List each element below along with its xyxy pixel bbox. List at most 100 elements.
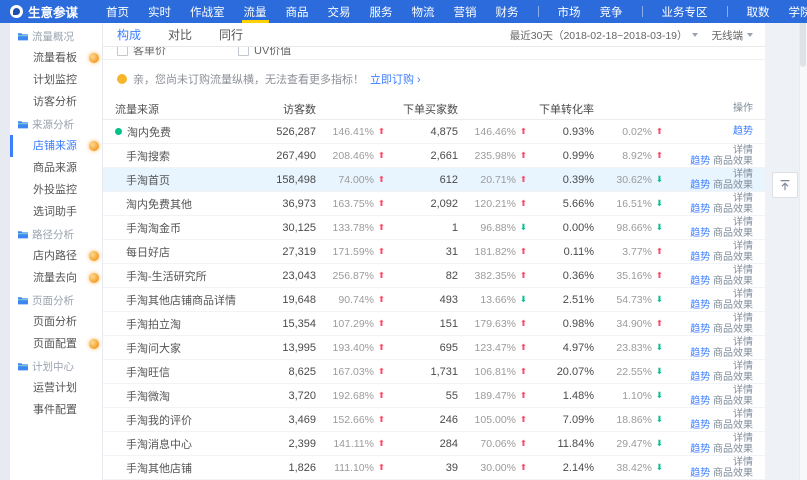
trend-link[interactable]: 趋势 [690,348,710,359]
detail-link[interactable]: 详情 [733,289,753,300]
detail-link[interactable]: 详情 [733,337,753,348]
source-name-cell[interactable]: 每日好店 [115,244,253,260]
sidebar-item-3-0[interactable]: 页面分析 [10,311,102,333]
trend-link[interactable]: 趋势 [690,300,710,311]
source-name-cell[interactable]: 手淘我的评价 [115,412,253,428]
tab-compare[interactable]: 对比 [168,26,192,43]
trend-link[interactable]: 趋势 [690,156,710,167]
sidebar-item-0-2[interactable]: 访客分析 [10,91,102,113]
item-effect-link[interactable]: 商品效果 [713,180,753,191]
nav-item-16[interactable]: 取数 [747,0,770,23]
detail-link[interactable]: 详情 [733,313,753,324]
buyers-cell: 82382.35% [385,270,527,282]
source-name-cell[interactable]: 手淘首页 [115,172,253,188]
item-effect-link[interactable]: 商品效果 [713,252,753,263]
nav-item-1[interactable]: 实时 [148,0,171,23]
source-name-cell[interactable]: 手淘微淘 [115,388,253,404]
app-logo[interactable]: 生意参谋 [10,2,78,21]
nav-item-12[interactable]: 竞争 [600,0,623,23]
item-effect-link[interactable]: 商品效果 [713,156,753,167]
sidebar-item-4-0[interactable]: 运营计划 [10,377,102,399]
terminal-select[interactable]: 无线端 [712,28,754,43]
nav-item-4[interactable]: 商品 [286,0,309,23]
sidebar-item-2-0[interactable]: 店内路径 [10,245,102,267]
detail-link[interactable]: 详情 [733,241,753,252]
trend-link[interactable]: 趋势 [690,372,710,383]
item-effect-link[interactable]: 商品效果 [713,276,753,287]
sidebar-item-1-3[interactable]: 选词助手 [10,201,102,223]
detail-link[interactable]: 详情 [733,433,753,444]
trend-link[interactable]: 趋势 [690,204,710,215]
back-to-top-button[interactable] [772,172,798,198]
trend-link[interactable]: 趋势 [690,396,710,407]
subscribe-link[interactable]: 立即订购 › [370,71,421,87]
source-name-cell[interactable]: 手淘搜索 [115,148,253,164]
nav-item-2[interactable]: 作战室 [190,0,225,23]
arrow-up-icon [374,223,385,232]
tab-peers[interactable]: 同行 [219,26,243,43]
nav-item-11[interactable]: 市场 [558,0,581,23]
date-range-select[interactable]: 最近30天（2018-02-18~2018-03-19） [510,28,698,43]
nav-item-7[interactable]: 物流 [412,0,435,23]
sidebar-item-0-1[interactable]: 计划监控 [10,69,102,91]
nav-item-9[interactable]: 财务 [496,0,519,23]
source-name-cell[interactable]: 手淘其他店铺商品详情 [115,292,253,308]
item-effect-link[interactable]: 商品效果 [713,396,753,407]
trend-link[interactable]: 趋势 [690,468,710,479]
source-name-cell[interactable]: 手淘拍立淘 [115,316,253,332]
detail-link[interactable]: 详情 [733,193,753,204]
tab-composition[interactable]: 构成 [117,26,141,43]
source-name-cell[interactable]: 淘内免费其他 [115,196,253,212]
nav-item-6[interactable]: 服务 [370,0,393,23]
trend-link[interactable]: 趋势 [690,444,710,455]
source-name-cell[interactable]: 淘内免费 [115,124,253,140]
detail-link[interactable]: 详情 [733,385,753,396]
conversion-value: 4.97% [563,342,594,354]
item-effect-link[interactable]: 商品效果 [713,444,753,455]
source-name-cell[interactable]: 手淘消息中心 [115,436,253,452]
trend-link[interactable]: 趋势 [690,324,710,335]
sidebar-item-1-1[interactable]: 商品来源 [10,157,102,179]
trend-link[interactable]: 趋势 [690,252,710,263]
nav-item-14[interactable]: 业务专区 [662,0,708,23]
item-effect-link[interactable]: 商品效果 [713,228,753,239]
checkbox-customer-price[interactable]: 客单价 [117,47,166,58]
detail-link[interactable]: 详情 [733,169,753,180]
detail-link[interactable]: 详情 [733,145,753,156]
source-name-cell[interactable]: 手淘问大家 [115,340,253,356]
item-effect-link[interactable]: 商品效果 [713,204,753,215]
sidebar-item-1-2[interactable]: 外投监控 [10,179,102,201]
trend-link[interactable]: 趋势 [690,180,710,191]
item-effect-link[interactable]: 商品效果 [713,420,753,431]
detail-link[interactable]: 详情 [733,361,753,372]
nav-item-17[interactable]: 学院 [789,0,807,23]
sidebar-item-3-1[interactable]: 页面配置 [10,333,102,355]
sidebar-item-4-1[interactable]: 事件配置 [10,399,102,421]
item-effect-link[interactable]: 商品效果 [713,324,753,335]
checkbox-uv-value[interactable]: UV价值 [238,47,291,58]
page-scrollbar[interactable] [799,0,807,480]
item-effect-link[interactable]: 商品效果 [713,372,753,383]
source-name-cell[interactable]: 手淘-生活研究所 [115,268,253,284]
source-name-cell[interactable]: 手淘其他店铺 [115,460,253,476]
detail-link[interactable]: 详情 [733,217,753,228]
detail-link[interactable]: 详情 [733,409,753,420]
item-effect-link[interactable]: 商品效果 [713,348,753,359]
sidebar-item-1-0[interactable]: 店铺来源 [10,135,102,157]
sidebar-item-2-1[interactable]: 流量去向 [10,267,102,289]
nav-item-0[interactable]: 首页 [106,0,129,23]
nav-item-8[interactable]: 营销 [454,0,477,23]
item-effect-link[interactable]: 商品效果 [713,468,753,479]
source-name-cell[interactable]: 手淘旺信 [115,364,253,380]
nav-item-5[interactable]: 交易 [328,0,351,23]
trend-link[interactable]: 趋势 [690,276,710,287]
sidebar-item-0-0[interactable]: 流量看板 [10,47,102,69]
detail-link[interactable]: 详情 [733,265,753,276]
detail-link[interactable]: 详情 [733,457,753,468]
trend-link[interactable]: 趋势 [690,420,710,431]
item-effect-link[interactable]: 商品效果 [713,300,753,311]
nav-item-3[interactable]: 流量 [244,0,267,23]
trend-link[interactable]: 趋势 [733,126,753,137]
trend-link[interactable]: 趋势 [690,228,710,239]
source-name-cell[interactable]: 手淘淘金币 [115,220,253,236]
